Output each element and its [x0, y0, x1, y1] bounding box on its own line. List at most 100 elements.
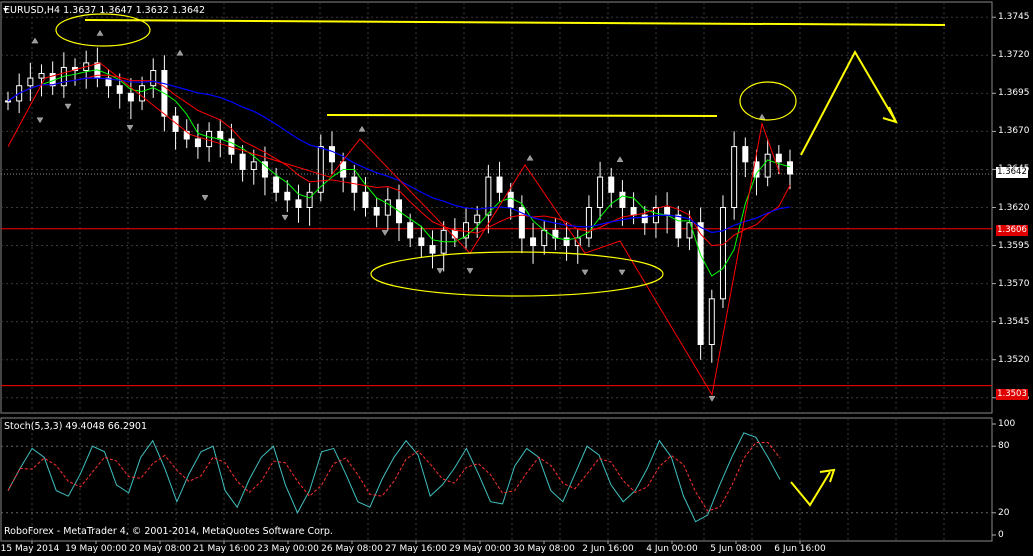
- fractal-arrow: [64, 103, 72, 110]
- time-tick-label: 15 May 2014: [0, 544, 60, 554]
- stoch-label: Stoch(5,3,3) 49.4048 66.2901: [4, 421, 148, 432]
- chart-window: EURUSD,H4 1.3637 1.3647 1.3632 1.3642 St…: [0, 0, 1033, 556]
- time-tick-label: 6 Jun 16:00: [774, 544, 826, 554]
- stoch-panel-border: [0, 417, 993, 542]
- time-tick-label: 27 May 16:00: [385, 544, 447, 554]
- forecast-arrowhead-main: [882, 106, 898, 124]
- fractal-arrow: [31, 37, 39, 44]
- time-tick-label: 5 Jun 08:00: [710, 544, 762, 554]
- fractal-arrow: [358, 125, 366, 132]
- price-tick-label: 1.3720: [998, 50, 1030, 61]
- candle-body: [273, 176, 280, 193]
- stoch-main-line: [7, 432, 781, 523]
- fractal-arrow: [36, 117, 44, 124]
- candle-body: [206, 130, 213, 148]
- fractal-arrow: [581, 269, 589, 276]
- candle-body: [630, 207, 637, 216]
- fractal-arrow: [758, 113, 766, 120]
- candle-body: [306, 191, 313, 208]
- candle-body: [742, 146, 749, 163]
- candle-body: [284, 191, 291, 201]
- candle-body: [664, 207, 671, 216]
- time-tick-label: 21 May 16:00: [193, 544, 255, 554]
- support-ellipse: [370, 251, 664, 297]
- fractal-arrow: [201, 195, 209, 201]
- resistance-line-top: [84, 19, 946, 26]
- candle-body: [239, 153, 246, 170]
- candle-body: [719, 207, 726, 300]
- candle-body: [351, 176, 358, 193]
- candle-body: [775, 153, 782, 163]
- price-tick-label: 1.3595: [998, 240, 1030, 251]
- price-tick-label: 1.3745: [998, 12, 1030, 23]
- fractal-arrow: [526, 154, 534, 161]
- stoch-tick-label: 0: [998, 530, 1004, 540]
- candle-body: [5, 100, 11, 103]
- candle-body: [530, 237, 537, 247]
- candle-body: [641, 214, 648, 224]
- fractal-arrow: [436, 268, 444, 274]
- price-tick-label: 1.3620: [998, 202, 1030, 213]
- candle-body: [27, 77, 34, 87]
- candle-body: [496, 176, 503, 193]
- candle-body: [328, 146, 335, 163]
- copyright-label: RoboForex - MetaTrader 4, © 2001-2014, M…: [4, 526, 333, 537]
- candle-body: [619, 191, 626, 208]
- candle-body: [697, 222, 704, 346]
- stoch-forecast-arrow: [790, 471, 831, 507]
- highlight-ellipse-top: [55, 13, 151, 47]
- time-tick-label: 26 May 08:00: [321, 544, 383, 554]
- fractal-arrow: [381, 230, 389, 236]
- candle-body: [474, 214, 481, 224]
- candle-body: [362, 191, 369, 208]
- candle-body: [373, 207, 380, 216]
- time-tick-label: 19 May 00:00: [65, 544, 127, 554]
- stoch-signal-line: [7, 442, 781, 512]
- price-tick-label: 1.3520: [998, 354, 1030, 365]
- candle-body: [597, 176, 604, 209]
- candle-body: [418, 237, 425, 247]
- time-tick-label: 30 May 08:00: [513, 544, 575, 554]
- price-tick-label: 1.3570: [998, 278, 1030, 289]
- candle-body: [250, 161, 257, 170]
- price-tick-label: 1.3545: [998, 316, 1030, 327]
- candle-body: [150, 70, 157, 87]
- candle-body: [116, 85, 123, 94]
- stoch-tick-label: 100: [998, 419, 1016, 429]
- candle-body: [194, 138, 201, 148]
- fractal-arrow: [281, 214, 289, 221]
- candle-body: [764, 153, 771, 178]
- candle-body: [787, 161, 793, 175]
- time-tick-label: 23 May 00:00: [257, 544, 319, 554]
- time-tick-label: 29 May 00:00: [449, 544, 511, 554]
- time-tick-label: 20 May 08:00: [129, 544, 191, 554]
- candle-body: [541, 229, 548, 247]
- candle-body: [708, 298, 715, 346]
- candle-body: [675, 214, 682, 239]
- candle-body: [38, 73, 45, 79]
- candle-body: [731, 146, 738, 209]
- candle-body: [295, 199, 302, 208]
- candle-body: [485, 176, 492, 216]
- resistance-line-mid: [326, 114, 718, 117]
- fractal-arrow: [616, 156, 624, 163]
- fractal-arrow: [618, 269, 626, 276]
- candle-body: [384, 199, 391, 216]
- candle-body: [127, 92, 134, 102]
- stoch-tick-label: 80: [998, 441, 1010, 452]
- low-price-box: 1.3503: [996, 389, 1028, 400]
- fractal-arrow: [708, 396, 716, 402]
- candle-body: [217, 130, 224, 140]
- price-tick-label: 1.3695: [998, 88, 1030, 99]
- highlight-ellipse-right: [739, 81, 797, 121]
- candle-body: [139, 85, 146, 102]
- symbol-label: EURUSD,H4 1.3637 1.3647 1.3632 1.3642: [4, 5, 206, 16]
- time-tick-label: 4 Jun 00:00: [646, 544, 698, 554]
- support-price-box: 1.3606: [996, 225, 1028, 236]
- candle-body: [507, 191, 514, 208]
- fractal-arrow: [96, 29, 104, 36]
- time-tick-label: 2 Jun 16:00: [582, 544, 634, 554]
- stoch-tick-label: 20: [998, 507, 1010, 518]
- candle-body: [429, 245, 436, 254]
- fractal-arrow: [176, 49, 184, 56]
